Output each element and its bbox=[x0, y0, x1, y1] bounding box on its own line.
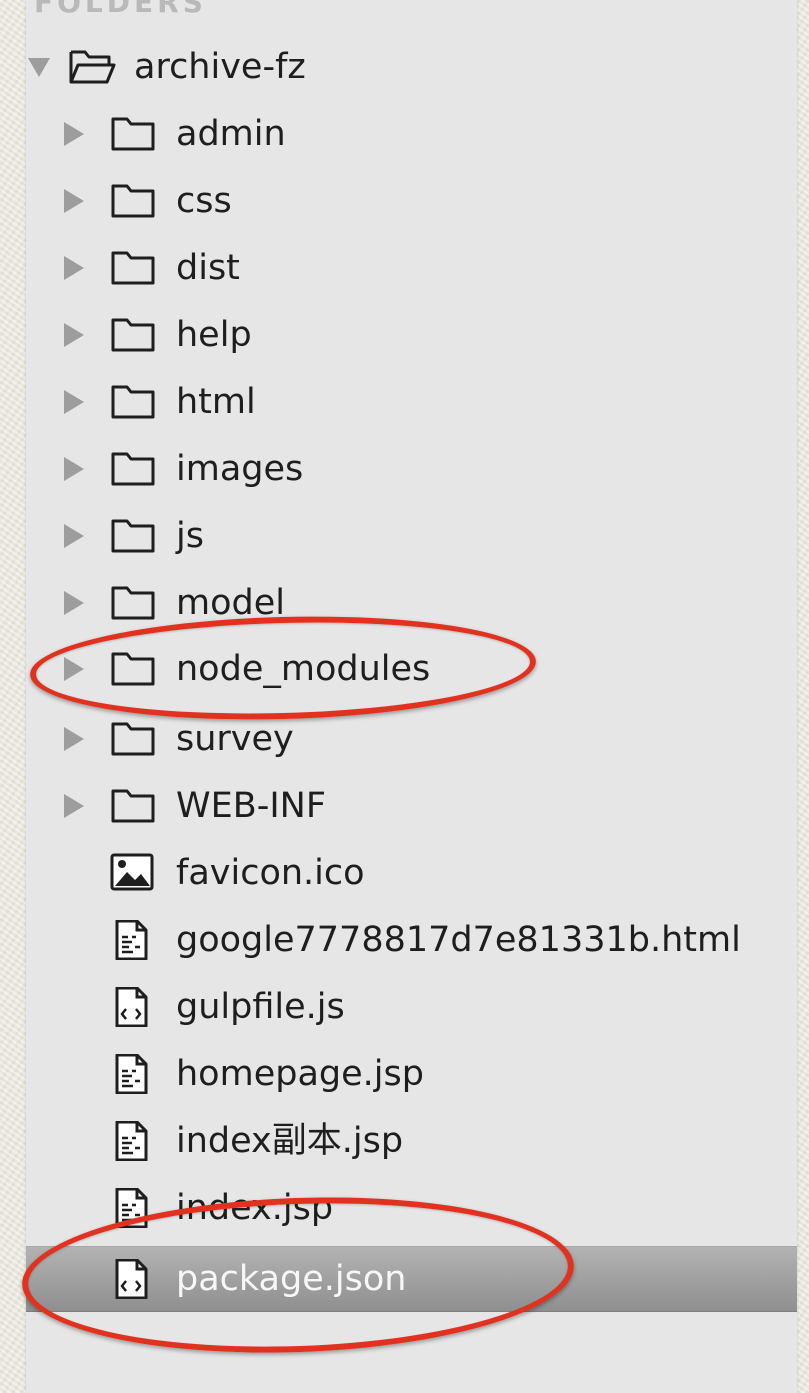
tree-row-favicon[interactable]: favicon.ico bbox=[26, 840, 797, 906]
disclosure-collapsed-icon[interactable] bbox=[64, 457, 84, 481]
tree-row-label: help bbox=[176, 315, 252, 355]
tree-row-label: css bbox=[176, 181, 232, 221]
folder-icon bbox=[110, 449, 158, 489]
folder-sidebar: FOLDERS archive-fz admin css dist help h… bbox=[26, 0, 797, 1393]
folder-icon bbox=[110, 583, 158, 623]
disclosure-collapsed-icon[interactable] bbox=[64, 591, 84, 615]
tree-row-label: archive-fz bbox=[134, 47, 306, 87]
tree-row-label: images bbox=[176, 449, 304, 489]
folder-icon bbox=[110, 315, 158, 355]
text-file-icon bbox=[110, 1121, 158, 1161]
tree-row-admin[interactable]: admin bbox=[26, 101, 797, 167]
folder-icon bbox=[110, 516, 158, 556]
disclosure-collapsed-icon[interactable] bbox=[64, 524, 84, 548]
tree-row-index[interactable]: index.jsp bbox=[26, 1175, 797, 1241]
folder-icon bbox=[110, 382, 158, 422]
text-file-icon bbox=[110, 1054, 158, 1094]
disclosure-collapsed-icon[interactable] bbox=[64, 794, 84, 818]
folder-open-icon bbox=[68, 47, 116, 87]
folder-icon bbox=[110, 248, 158, 288]
tree-row-js[interactable]: js bbox=[26, 503, 797, 569]
tree-row-label: google7778817d7e81331b.html bbox=[176, 920, 741, 960]
tree-row-label: homepage.jsp bbox=[176, 1054, 424, 1094]
tree-row-google-html[interactable]: google7778817d7e81331b.html bbox=[26, 907, 797, 973]
image-file-icon bbox=[110, 853, 158, 893]
tree-row-label: index.jsp bbox=[176, 1188, 334, 1228]
tree-row-index-copy[interactable]: index副本.jsp bbox=[26, 1108, 797, 1174]
disclosure-collapsed-icon[interactable] bbox=[64, 122, 84, 146]
sidebar-header: FOLDERS bbox=[34, 0, 207, 19]
folder-icon bbox=[110, 181, 158, 221]
disclosure-collapsed-icon[interactable] bbox=[64, 256, 84, 280]
tree-row-survey[interactable]: survey bbox=[26, 706, 797, 772]
folder-icon bbox=[110, 719, 158, 759]
tree-row-label: admin bbox=[176, 114, 286, 154]
tree-row-homepage[interactable]: homepage.jsp bbox=[26, 1041, 797, 1107]
text-file-icon bbox=[110, 920, 158, 960]
folder-icon bbox=[110, 649, 158, 689]
tree-row-label: WEB-INF bbox=[176, 786, 326, 826]
tree-row-label: survey bbox=[176, 719, 294, 759]
tree-row-css[interactable]: css bbox=[26, 168, 797, 234]
tree-row-gulpfile[interactable]: gulpfile.js bbox=[26, 974, 797, 1040]
tree-row-node-modules[interactable]: node_modules bbox=[26, 636, 797, 702]
tree-row-label: html bbox=[176, 382, 256, 422]
tree-row-label: favicon.ico bbox=[176, 853, 365, 893]
tree-row-label: node_modules bbox=[176, 649, 431, 689]
tree-row-images[interactable]: images bbox=[26, 436, 797, 502]
tree-row-label: package.json bbox=[176, 1259, 407, 1299]
tree-row-label: js bbox=[176, 516, 204, 556]
tree-row-label: dist bbox=[176, 248, 240, 288]
folder-icon bbox=[110, 786, 158, 826]
tree-row-dist[interactable]: dist bbox=[26, 235, 797, 301]
tree-row-model[interactable]: model bbox=[26, 570, 797, 636]
disclosure-collapsed-icon[interactable] bbox=[64, 323, 84, 347]
tree-row-package-json[interactable]: package.json bbox=[26, 1246, 797, 1312]
tree-row-label: model bbox=[176, 583, 285, 623]
disclosure-collapsed-icon[interactable] bbox=[64, 727, 84, 751]
tree-row-help[interactable]: help bbox=[26, 302, 797, 368]
tree-row-label: index副本.jsp bbox=[176, 1121, 404, 1161]
tree-row-label: gulpfile.js bbox=[176, 987, 345, 1027]
disclosure-expanded-icon[interactable] bbox=[28, 58, 50, 77]
tree-row-html[interactable]: html bbox=[26, 369, 797, 435]
code-file-icon bbox=[110, 987, 158, 1027]
disclosure-collapsed-icon[interactable] bbox=[64, 657, 84, 681]
tree-row-web-inf[interactable]: WEB-INF bbox=[26, 773, 797, 839]
code-file-icon bbox=[110, 1259, 158, 1299]
tree-row-root[interactable]: archive-fz bbox=[26, 34, 797, 100]
text-file-icon bbox=[110, 1188, 158, 1228]
disclosure-collapsed-icon[interactable] bbox=[64, 189, 84, 213]
folder-icon bbox=[110, 114, 158, 154]
disclosure-collapsed-icon[interactable] bbox=[64, 390, 84, 414]
